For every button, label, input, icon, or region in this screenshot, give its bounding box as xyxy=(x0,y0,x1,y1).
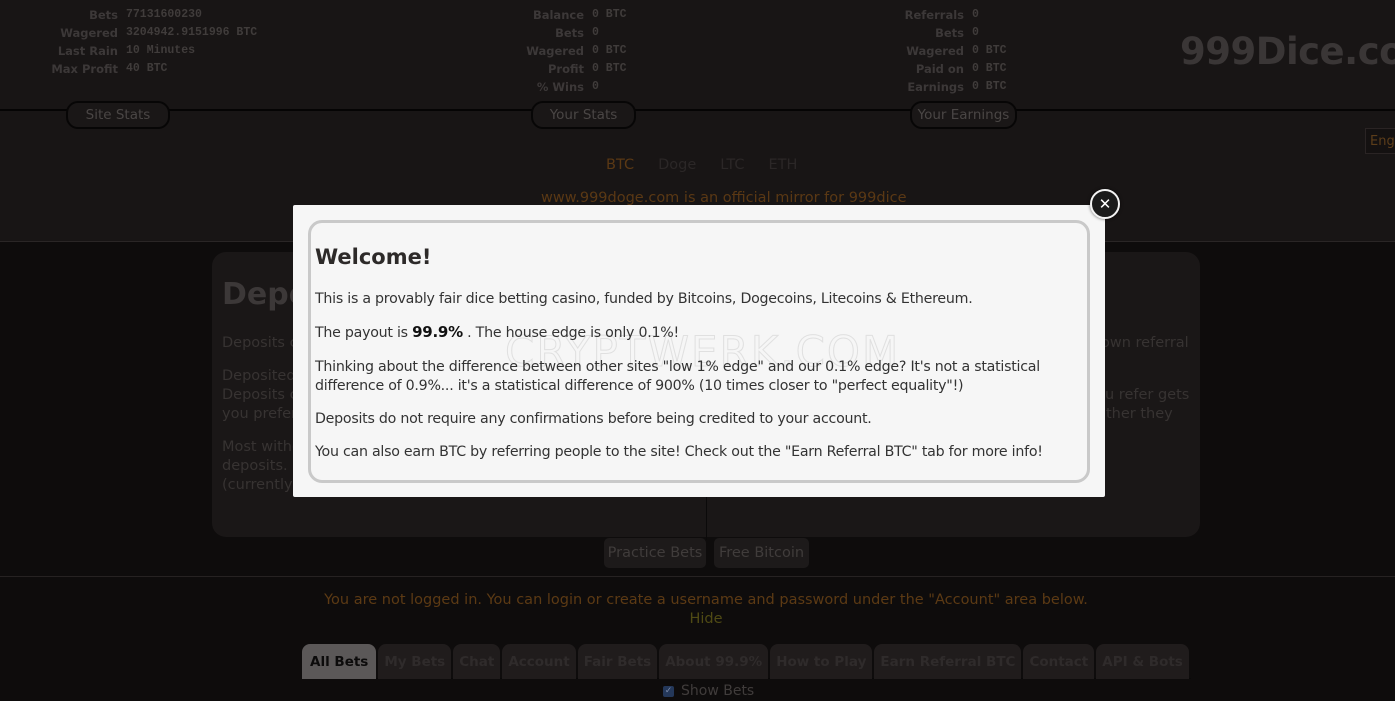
stat-label: Paid on xyxy=(915,62,964,76)
hide-link[interactable]: Hide xyxy=(0,611,1395,627)
payout-value: 99.9% xyxy=(412,323,463,341)
currency-tab-eth[interactable]: ETH xyxy=(768,157,797,173)
tab-fair-bets[interactable]: Fair Bets xyxy=(577,644,658,679)
stat-row: Paid on 0 BTC xyxy=(860,60,1007,78)
currency-tab-doge[interactable]: Doge xyxy=(658,157,696,173)
stat-row: Bets 0 xyxy=(480,24,627,42)
stat-row: Bets 77131600230 xyxy=(0,6,257,24)
stat-value: 0 BTC xyxy=(592,8,627,21)
stat-label: Wagered xyxy=(526,44,584,58)
stat-row: Referrals 0 xyxy=(860,6,1007,24)
tab-account[interactable]: Account xyxy=(502,644,576,679)
modal-title: Welcome! xyxy=(315,245,432,269)
panel-text: Deposited xyxy=(222,368,296,384)
stat-value: 0 BTC xyxy=(972,80,1007,93)
login-notice: You are not logged in. You can login or … xyxy=(324,592,1088,608)
stat-row: % Wins 0 xyxy=(480,78,627,96)
practice-bets-button[interactable]: Practice Bets xyxy=(604,538,706,568)
stat-label: Balance xyxy=(532,8,584,22)
stat-value: 10 Minutes xyxy=(126,44,196,57)
site-stats-tab[interactable]: Site Stats xyxy=(66,101,170,129)
modal-paragraph-payout: The payout is 99.9% . The house edge is … xyxy=(315,323,1090,343)
stat-row: Earnings 0 BTC xyxy=(860,78,1007,96)
language-select[interactable]: English xyxy=(1365,128,1395,154)
payout-text-pre: The payout is xyxy=(315,325,413,341)
currency-tab-ltc[interactable]: LTC xyxy=(720,157,744,173)
stat-value: 0 xyxy=(592,26,599,39)
stat-value: 0 xyxy=(592,80,599,93)
welcome-modal: CRYPTWERK.COM Welcome! This is a provabl… xyxy=(293,205,1105,497)
stat-label: Last Rain xyxy=(57,44,118,58)
modal-paragraph: Deposits do not require any confirmation… xyxy=(315,411,872,427)
modal-paragraph: Thinking about the difference between ot… xyxy=(315,359,1040,394)
your-stats-tab[interactable]: Your Stats xyxy=(531,101,636,129)
tab-how-to-play[interactable]: How to Play xyxy=(770,644,873,679)
your-earnings-block: Referrals 0 Bets 0 Wagered 0 BTC Paid on 0 B… xyxy=(860,6,1007,96)
payout-text-post: . The house edge is only 0.1%! xyxy=(462,325,679,341)
section-divider xyxy=(0,576,1395,577)
stat-row: Balance 0 BTC xyxy=(480,6,627,24)
stat-row: Wagered 3204942.9151996 BTC xyxy=(0,24,257,42)
panel-text: own referral xyxy=(1101,335,1189,351)
tab-chat[interactable]: Chat xyxy=(453,644,501,679)
stat-value: 3204942.9151996 BTC xyxy=(126,26,258,39)
tab-all-bets[interactable]: All Bets xyxy=(302,644,377,679)
stat-value: 0 BTC xyxy=(972,62,1007,75)
free-bitcoin-button[interactable]: Free Bitcoin xyxy=(714,538,809,568)
stat-value: 0 xyxy=(972,8,979,21)
show-bets-checkbox[interactable]: ✓ xyxy=(663,685,674,697)
stat-label: Referrals xyxy=(904,8,964,22)
tab-earn-referral[interactable]: Earn Referral BTC xyxy=(874,644,1022,679)
close-icon[interactable]: ✕ xyxy=(1090,189,1120,219)
show-bets-label: Show Bets xyxy=(681,683,755,699)
panel-text: you prefer. xyxy=(222,406,301,422)
mirror-notice-link[interactable]: www.999doge.com is an official mirror fo… xyxy=(541,190,907,206)
panel-text: ther they xyxy=(1106,406,1173,422)
stat-label: % Wins xyxy=(536,80,584,94)
site-logo[interactable]: 999Dice.com xyxy=(1180,30,1395,73)
stat-row: Max Profit 40 BTC xyxy=(0,60,257,78)
currency-tab-btc[interactable]: BTC xyxy=(606,157,634,173)
currency-tabs: BTC Doge LTC ETH xyxy=(606,157,821,173)
your-stats-block: Balance 0 BTC Bets 0 Wagered 0 BTC Profit 0 … xyxy=(480,6,627,96)
your-earnings-tab[interactable]: Your Earnings xyxy=(910,101,1017,129)
stat-row: Wagered 0 BTC xyxy=(860,42,1007,60)
stat-value: 77131600230 xyxy=(126,8,202,21)
show-bets-toggle[interactable]: ✓ Show Bets xyxy=(663,683,754,699)
stat-label: Wagered xyxy=(906,44,964,58)
stat-value: 0 BTC xyxy=(972,44,1007,57)
stat-value: 0 BTC xyxy=(592,62,627,75)
panel-text: (currently). xyxy=(222,477,303,493)
panel-text: Most witho xyxy=(222,439,301,455)
stat-label: Bets xyxy=(555,26,584,40)
stat-row: Wagered 0 BTC xyxy=(480,42,627,60)
stat-value: 0 xyxy=(972,26,979,39)
site-stats-block: Bets 77131600230 Wagered 3204942.9151996 B… xyxy=(0,6,257,78)
stat-value: 40 BTC xyxy=(126,62,168,75)
stat-label: Wagered xyxy=(60,26,118,40)
modal-paragraph: This is a provably fair dice betting cas… xyxy=(315,291,973,307)
stat-label: Earnings xyxy=(907,80,964,94)
header-divider xyxy=(0,109,1395,111)
stat-label: Profit xyxy=(547,62,584,76)
stat-label: Bets xyxy=(935,26,964,40)
stat-row: Bets 0 xyxy=(860,24,1007,42)
stat-label: Bets xyxy=(89,8,118,22)
stat-label: Max Profit xyxy=(51,62,118,76)
panel-text: u refer gets xyxy=(1105,387,1190,403)
stat-value: 0 BTC xyxy=(592,44,627,57)
modal-paragraph: You can also earn BTC by referring peopl… xyxy=(315,444,1043,460)
tab-contact[interactable]: Contact xyxy=(1023,644,1095,679)
tab-my-bets[interactable]: My Bets xyxy=(378,644,452,679)
stat-row: Profit 0 BTC xyxy=(480,60,627,78)
main-tabs: All Bets My Bets Chat Account Fair Bets … xyxy=(302,644,1191,679)
tab-about[interactable]: About 99.9% xyxy=(659,644,769,679)
tab-api-bots[interactable]: API & Bots xyxy=(1096,644,1189,679)
stat-row: Last Rain 10 Minutes xyxy=(0,42,257,60)
